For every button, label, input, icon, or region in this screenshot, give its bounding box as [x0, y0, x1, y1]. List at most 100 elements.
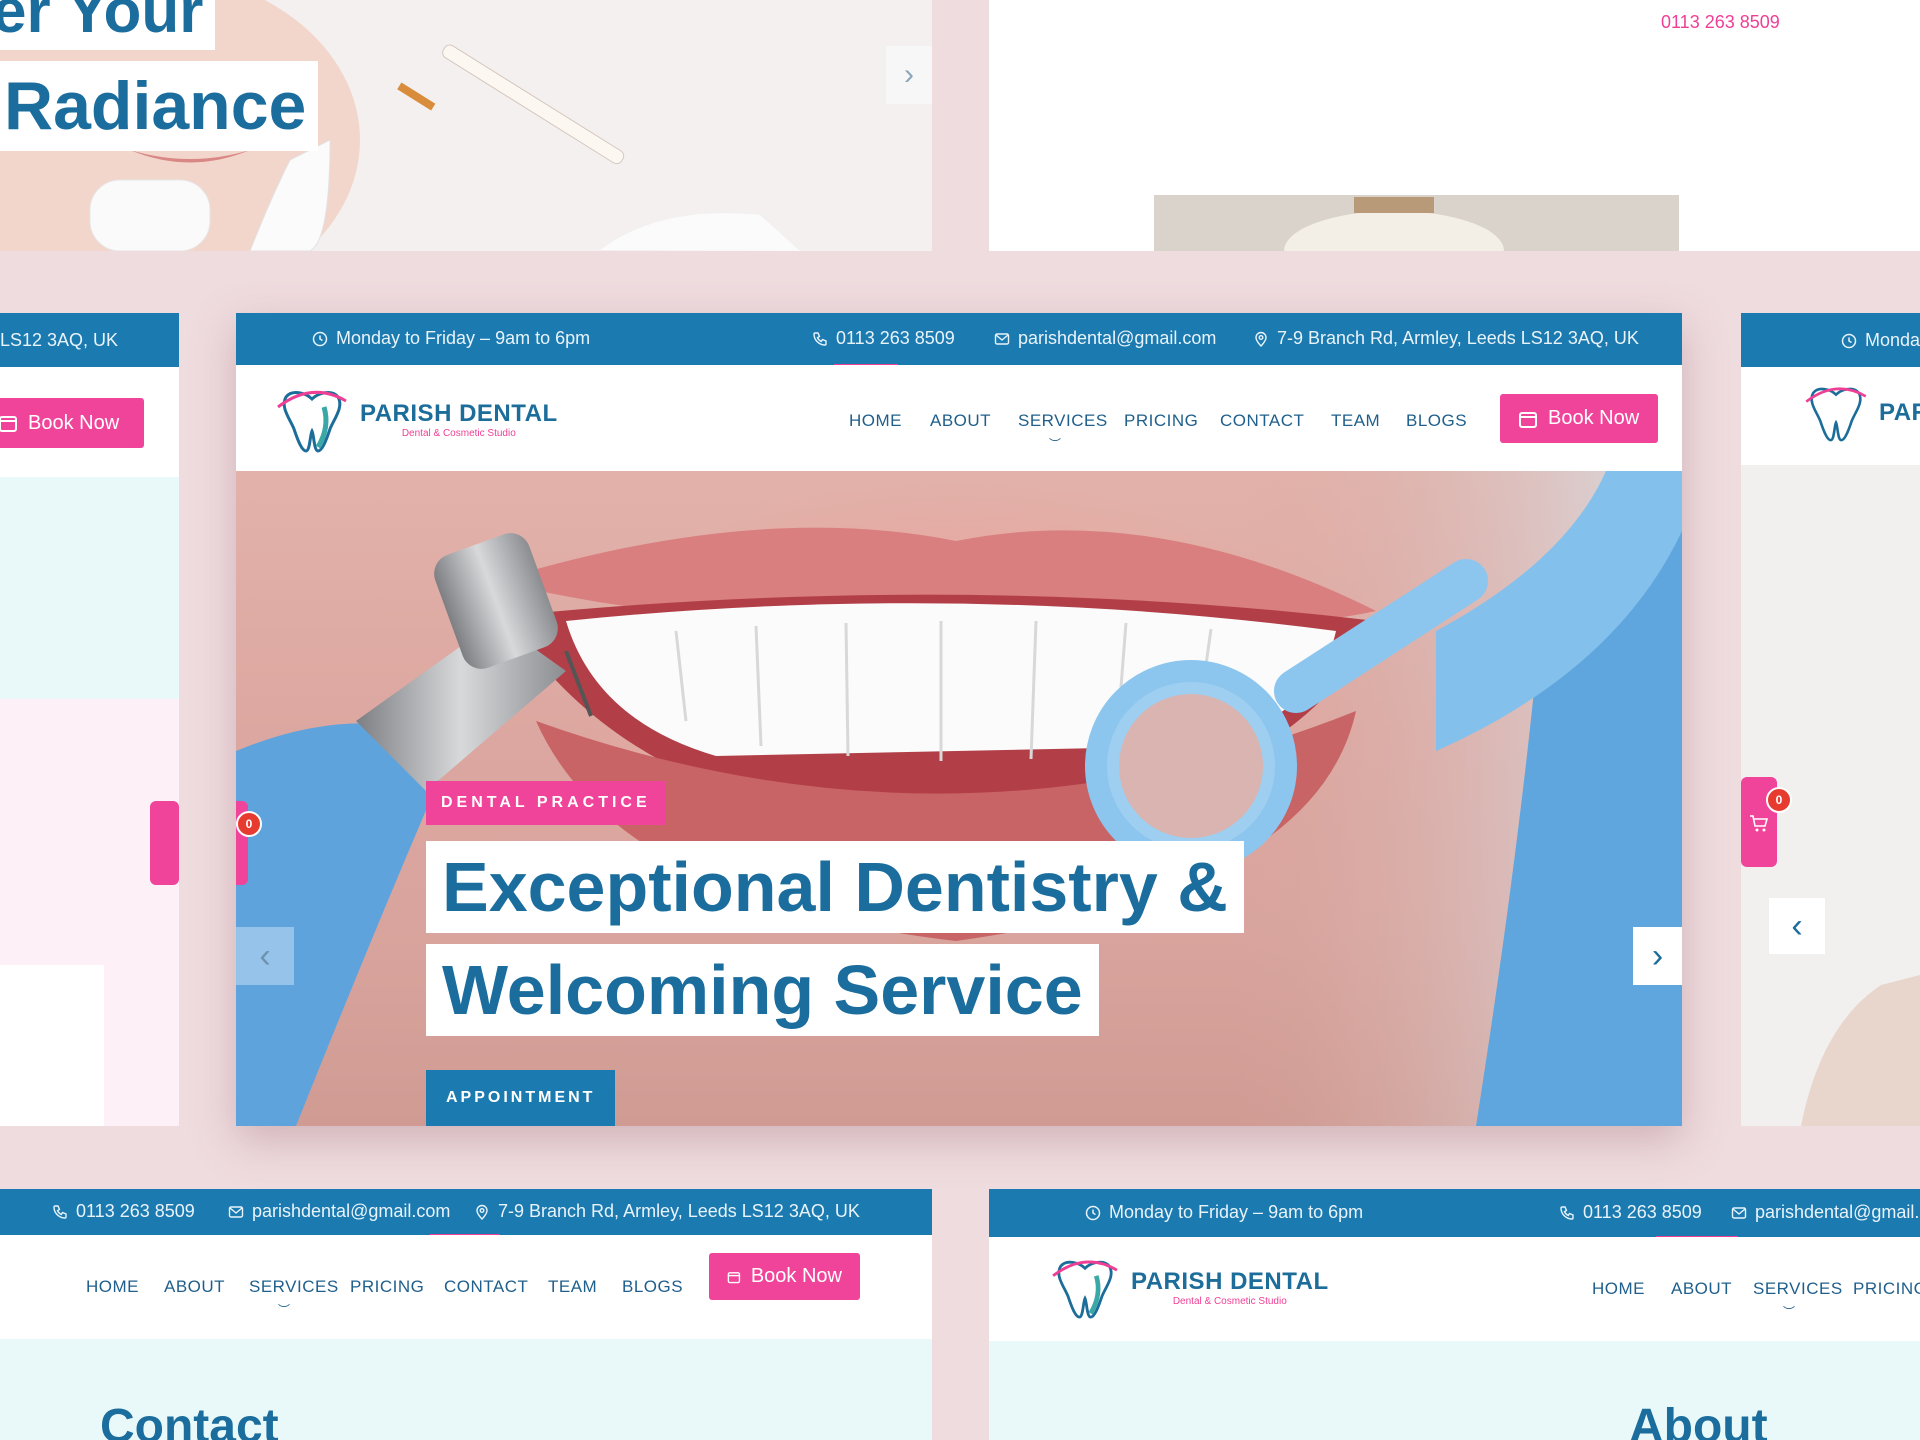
email-item[interactable]: parishdental@gmail.com: [994, 328, 1216, 349]
email-item[interactable]: parishdental@gmail.co: [1731, 1202, 1920, 1223]
nav-about[interactable]: ABOUT: [930, 411, 991, 431]
nav-pricing[interactable]: PRICING: [350, 1277, 424, 1297]
brand-logo[interactable]: PARISH DENTAL Dental & Cosmetic Studio: [272, 387, 558, 453]
address-item[interactable]: 7-9 Branch Rd, Armley, Leeds LS12 3AQ, U…: [1253, 328, 1639, 349]
book-now-button[interactable]: Book Now: [0, 398, 144, 448]
phone-item[interactable]: 0113 263 8509: [812, 328, 955, 349]
book-now-label: Book Now: [1548, 407, 1640, 429]
section-block: [0, 477, 179, 699]
nav-contact[interactable]: CONTACT: [1220, 411, 1304, 431]
hours-text: Monday: [1865, 330, 1920, 350]
phone-icon: [813, 331, 827, 346]
phone-text: 0113 263 8509: [836, 328, 955, 348]
address-text: 7-9 Branch Rd, Armley, Leeds LS12 3AQ, U…: [498, 1201, 860, 1221]
phone-icon: [53, 1204, 67, 1219]
tooth-logo-icon: [1805, 387, 1867, 442]
book-now-label: Book Now: [28, 411, 120, 434]
chevron-down-icon: ︶: [1783, 1305, 1796, 1319]
mail-icon: [1731, 1206, 1747, 1219]
brand-name: PARISH DENTAL: [1131, 1267, 1329, 1295]
chevron-right-icon: ›: [1651, 936, 1664, 975]
nav-about[interactable]: ABOUT: [164, 1277, 225, 1297]
address: LS12 3AQ, UK: [0, 330, 119, 350]
nav-contact[interactable]: CONTACT: [444, 1277, 528, 1297]
chevron-left-icon: ‹: [259, 936, 271, 975]
page-title: About: [1629, 1400, 1768, 1440]
main-navigation: PARISH DENTAL Dental & Cosmetic Studio H…: [989, 1237, 1920, 1341]
page-title: Contact: [100, 1400, 279, 1440]
chevron-right-icon: ›: [904, 58, 914, 91]
hours-item: Monday: [1841, 330, 1920, 351]
preview-right: Monday PAR 0 ‹: [1741, 313, 1920, 1126]
preview-top-left: er Your Radiance ›: [0, 0, 932, 251]
hero-title-line: Radiance: [0, 61, 319, 151]
next-slide-button[interactable]: ›: [1633, 927, 1682, 985]
nav-team[interactable]: TEAM: [548, 1277, 597, 1297]
clock-icon: [1085, 1205, 1101, 1220]
brand-logo[interactable]: PARISH DENTAL Dental & Cosmetic Studio: [1047, 1257, 1329, 1319]
email-text: parishdental@gmail.com: [1018, 328, 1217, 348]
main-navigation: HOME ABOUT SERVICES ︶ PRICING CONTACT TE…: [0, 1235, 932, 1339]
top-info-bar: Monday: [1741, 313, 1920, 367]
location-pin-icon: [1255, 331, 1267, 347]
main-website-preview: Monday to Friday – 9am to 6pm 0113 263 8…: [236, 313, 1682, 1126]
main-navigation: PARISH DENTAL Dental & Cosmetic Studio H…: [236, 365, 1682, 471]
brand-tagline: Dental & Cosmetic Studio: [1172, 1295, 1287, 1307]
chevron-left-icon: ‹: [1791, 906, 1803, 945]
cart-count-badge: 0: [236, 811, 262, 837]
page-header: About: [989, 1341, 1920, 1440]
hours-item: Monday to Friday – 9am to 6pm: [1085, 1202, 1363, 1223]
nav-pricing[interactable]: PRICING: [1124, 411, 1198, 431]
brand-text: PARISH DENTAL Dental & Cosmetic Studio: [1131, 1267, 1329, 1307]
hours-text: Monday to Friday – 9am to 6pm: [336, 328, 591, 348]
book-now-button[interactable]: Book Now: [709, 1253, 860, 1300]
hero-headline-line-2: Welcoming Service: [426, 944, 1099, 1036]
phone-icon: [1560, 1205, 1574, 1220]
hero-title-line: er Your: [0, 0, 216, 50]
brand-name: PARISH DENTAL: [360, 399, 558, 427]
brand-logo[interactable]: PAR: [1801, 383, 1920, 443]
nav-about[interactable]: ABOUT: [1671, 1279, 1732, 1299]
preview-top-right: 0113 263 8509: [989, 0, 1920, 251]
next-slide-button[interactable]: ›: [886, 46, 932, 104]
phone-number[interactable]: 0113 263 8509: [1661, 12, 1780, 33]
clock-icon: [312, 331, 328, 346]
hero-headline-line-1: Exceptional Dentistry &: [426, 841, 1244, 933]
book-now-label: Book Now: [750, 1265, 842, 1287]
prev-slide-button[interactable]: ‹: [236, 927, 294, 985]
nav-services[interactable]: SERVICES: [1753, 1279, 1843, 1299]
calendar-icon: [0, 416, 17, 432]
appointment-button[interactable]: APPOINTMENT: [426, 1070, 616, 1126]
dental-chair-photo: [1154, 195, 1679, 251]
cart-tab[interactable]: [150, 801, 179, 885]
card: [0, 965, 104, 1126]
mail-icon: [994, 332, 1010, 345]
nav-home[interactable]: HOME: [849, 411, 902, 431]
nav-pricing[interactable]: PRICING: [1853, 1279, 1920, 1299]
page-header: Contact: [0, 1339, 932, 1440]
address-text: 7-9 Branch Rd, Armley, Leeds LS12 3AQ, U…: [1277, 328, 1639, 348]
brand-tagline: Dental & Cosmetic Studio: [401, 427, 516, 439]
prev-slide-button[interactable]: ‹: [1769, 898, 1825, 954]
nav-blogs[interactable]: BLOGS: [1406, 411, 1467, 431]
phone-text: 0113 263 8509: [1583, 1202, 1702, 1222]
book-now-button[interactable]: Book Now: [1500, 394, 1658, 443]
hours-item: Monday to Friday – 9am to 6pm: [312, 328, 590, 349]
nav-home[interactable]: HOME: [1592, 1279, 1645, 1299]
location-pin-icon: [476, 1204, 488, 1220]
address-item[interactable]: 7-9 Branch Rd, Armley, Leeds LS12 3AQ, U…: [474, 1201, 860, 1222]
nav-home[interactable]: HOME: [86, 1277, 139, 1297]
phone-item[interactable]: 0113 263 8509: [1559, 1202, 1702, 1223]
top-info-bar: Monday to Friday – 9am to 6pm 0113 263 8…: [989, 1189, 1920, 1240]
preview-left: LS12 3AQ, UK Book Now 0: [0, 313, 179, 1126]
email-item[interactable]: parishdental@gmail.com: [228, 1201, 450, 1222]
phone-item[interactable]: 0113 263 8509: [52, 1201, 195, 1222]
nav-blogs[interactable]: BLOGS: [622, 1277, 683, 1297]
nav-team[interactable]: TEAM: [1331, 411, 1380, 431]
chevron-down-icon: ︶: [278, 1303, 291, 1317]
top-info-bar: 0113 263 8509 parishdental@gmail.com 7-9…: [0, 1189, 932, 1238]
nav-services[interactable]: SERVICES: [249, 1277, 339, 1297]
nav-services[interactable]: SERVICES: [1018, 411, 1108, 431]
phone-text: 0113 263 8509: [76, 1201, 195, 1221]
clock-icon: [1841, 333, 1857, 348]
